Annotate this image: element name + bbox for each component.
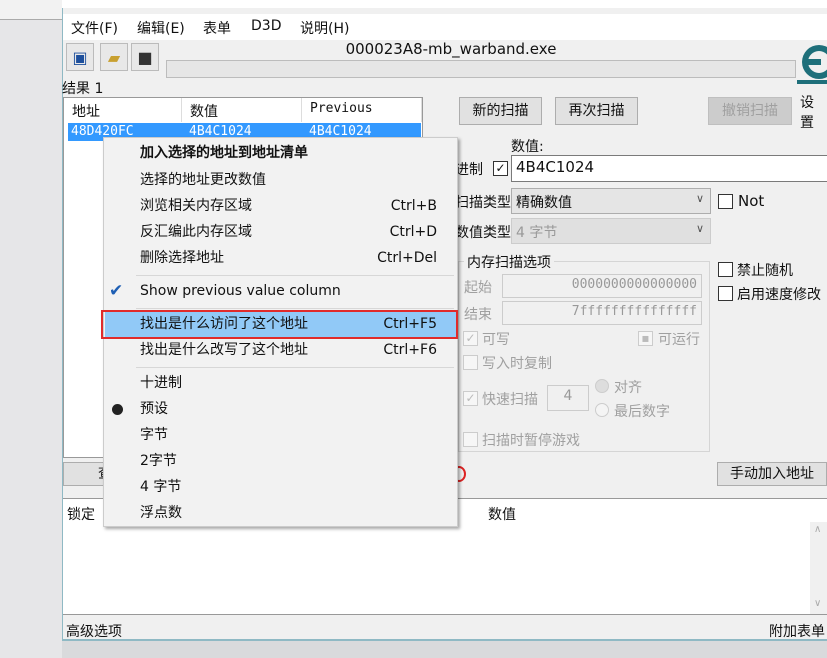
stop-address-input[interactable]: 7fffffffffffffff: [502, 301, 702, 325]
menu-separator: [136, 367, 454, 368]
title-bar: [62, 0, 827, 8]
menu-d3d[interactable]: D3D: [251, 18, 281, 34]
fast-scan-checkbox[interactable]: ✓: [463, 391, 478, 406]
value-label: 数值:: [511, 139, 544, 155]
add-address-button[interactable]: 手动加入地址: [717, 462, 827, 486]
pause-game-label: 扫描时暂停游戏: [482, 433, 580, 449]
copy-on-write-checkbox[interactable]: [463, 355, 478, 370]
aligned-radio[interactable]: [595, 379, 609, 393]
menu-item-4-bytes[interactable]: 4 字节: [105, 474, 457, 500]
menu-item-browse-memory[interactable]: 浏览相关内存区域 Ctrl+B: [105, 193, 457, 219]
address-list-scrollbar[interactable]: ∧ ∨: [810, 522, 827, 614]
menu-item-byte[interactable]: 字节: [105, 422, 457, 448]
no-random-label: 禁止随机: [737, 263, 793, 279]
writable-checkbox[interactable]: ✓: [463, 331, 478, 346]
background-window: [0, 0, 62, 20]
value-input[interactable]: 4B4C1024: [511, 155, 827, 182]
memory-scan-options-title: 内存扫描选项: [464, 252, 554, 272]
table-extras-button[interactable]: 附加表单: [769, 621, 825, 641]
speedhack-label: 启用速度修改: [737, 287, 821, 303]
advanced-options-button[interactable]: 高级选项: [66, 621, 122, 641]
chevron-down-icon: ∨: [695, 222, 704, 235]
menu-item-add-to-list[interactable]: 加入选择的地址到地址清单: [105, 140, 457, 166]
column-lock[interactable]: 锁定: [67, 504, 95, 524]
column-previous[interactable]: Previous: [302, 98, 422, 122]
value-type-select[interactable]: 4 字节 ∨: [511, 218, 711, 244]
column-address[interactable]: 地址: [64, 98, 182, 122]
pause-game-checkbox[interactable]: [463, 432, 478, 447]
column-value[interactable]: 数值: [182, 98, 302, 122]
open-process-icon[interactable]: ▣: [66, 43, 94, 71]
open-file-icon[interactable]: ▰: [100, 43, 128, 71]
last-digits-radio[interactable]: [595, 403, 609, 417]
no-random-checkbox[interactable]: [718, 262, 733, 277]
scan-type-select[interactable]: 精确数值 ∨: [511, 188, 711, 214]
process-title: 000023A8-mb_warband.exe: [345, 40, 557, 58]
radio-bullet-icon: [112, 404, 123, 415]
copy-on-write-label: 写入时复制: [482, 356, 552, 372]
settings-label[interactable]: 设置: [800, 92, 827, 132]
value-type-value: 4 字节: [516, 225, 558, 241]
scan-type-value: 精确数值: [516, 195, 572, 211]
next-scan-button[interactable]: 再次扫描: [555, 97, 638, 125]
start-label: 起始: [464, 280, 492, 296]
value-type-label: 数值类型: [455, 225, 511, 241]
menu-item-delete[interactable]: 删除选择地址 Ctrl+Del: [105, 245, 457, 271]
menu-item-default[interactable]: 预设: [105, 396, 457, 422]
menu-help[interactable]: 说明(H): [300, 18, 349, 38]
fast-scan-input[interactable]: 4: [547, 385, 589, 411]
menu-item-2-bytes[interactable]: 2字节: [105, 448, 457, 474]
not-label: Not: [738, 192, 765, 210]
not-checkbox[interactable]: [718, 194, 733, 209]
cheat-engine-logo-icon[interactable]: [797, 40, 827, 88]
menu-item-show-previous[interactable]: ✔ Show previous value column: [105, 278, 457, 304]
fast-scan-label: 快速扫描: [482, 392, 538, 408]
scroll-down-icon[interactable]: ∨: [814, 598, 821, 609]
start-address-input[interactable]: 0000000000000000: [502, 274, 702, 298]
writable-label: 可写: [482, 332, 510, 348]
menu-item-float[interactable]: 浮点数: [105, 500, 457, 526]
menu-edit[interactable]: 编辑(E): [137, 18, 185, 38]
hex-label: 进制: [455, 162, 483, 178]
menu-file[interactable]: 文件(F): [71, 18, 118, 38]
results-count: 结果 1: [62, 81, 104, 97]
chevron-down-icon: ∨: [695, 192, 704, 205]
menu-bar: 文件(F) 编辑(E) 表单 D3D 说明(H): [63, 14, 827, 40]
menu-separator: [136, 308, 454, 309]
scan-progress-bar: [166, 60, 796, 78]
highlight-annotation-box: [101, 310, 458, 339]
new-scan-button[interactable]: 新的扫描: [459, 97, 542, 125]
menu-item-find-write[interactable]: 找出是什么改写了这个地址 Ctrl+F6: [105, 337, 457, 363]
executable-label: 可运行: [658, 332, 700, 348]
hex-checkbox[interactable]: ✓: [493, 161, 508, 176]
aligned-label: 对齐: [614, 380, 642, 396]
menu-item-decimal[interactable]: 十进制: [105, 370, 457, 396]
scroll-up-icon[interactable]: ∧: [814, 524, 821, 535]
menu-separator: [136, 275, 454, 276]
executable-checkbox[interactable]: ▪: [638, 331, 653, 346]
checkmark-icon: ✔: [109, 281, 124, 301]
save-icon[interactable]: ■: [131, 43, 159, 71]
menu-item-disassemble[interactable]: 反汇编此内存区域 Ctrl+D: [105, 219, 457, 245]
undo-scan-button[interactable]: 撤销扫描: [708, 97, 792, 125]
desktop-background: [0, 0, 62, 658]
menu-table[interactable]: 表单: [203, 18, 231, 38]
scan-type-label: 扫描类型: [455, 195, 511, 211]
column-value[interactable]: 数值: [488, 504, 516, 524]
menu-item-change-value[interactable]: 选择的地址更改数值: [105, 167, 457, 193]
last-digits-label: 最后数字: [614, 404, 670, 420]
speedhack-checkbox[interactable]: [718, 286, 733, 301]
stop-label: 结束: [464, 307, 492, 323]
